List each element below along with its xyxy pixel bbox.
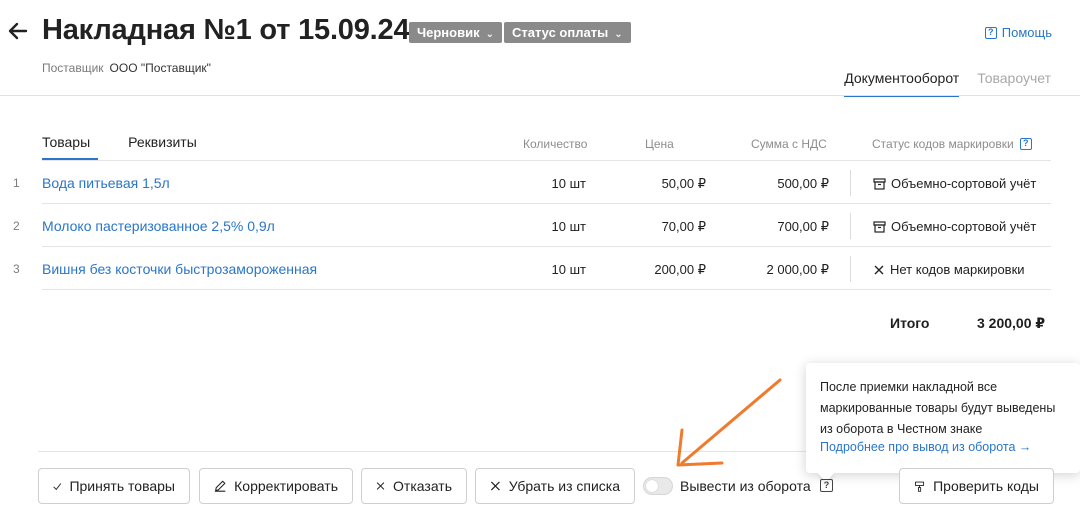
question-icon: ? xyxy=(984,26,997,39)
marking-status: Объемно-сортовой учёт xyxy=(873,219,1036,234)
supplier-label: Поставщик xyxy=(42,61,104,75)
tab-inventory[interactable]: Товароучет xyxy=(977,70,1051,97)
help-link[interactable]: ? Помощь xyxy=(984,25,1052,40)
close-icon xyxy=(490,481,500,491)
row-sum: 700,00 ₽ xyxy=(777,219,829,234)
table-row: 2 Молоко пастеризованное 2,5% 0,9л 10 шт… xyxy=(0,205,1051,247)
product-link[interactable]: Вода питьевая 1,5л xyxy=(42,175,170,191)
chevron-down-icon: ⌄ xyxy=(614,29,623,40)
payment-status-label: Статус оплаты xyxy=(512,25,609,40)
row-price: 70,00 ₽ xyxy=(661,219,706,234)
question-icon[interactable]: ? xyxy=(820,479,833,492)
supplier-info: Поставщик ООО "Поставщик" xyxy=(42,61,211,75)
page-title: Накладная №1 от 15.09.24 xyxy=(42,14,410,46)
check-codes-button[interactable]: Проверить коды xyxy=(899,468,1054,504)
box-icon xyxy=(873,177,886,190)
supplier-value: ООО "Поставщик" xyxy=(109,61,211,75)
box-icon xyxy=(873,220,886,233)
column-header-sum: Сумма с НДС xyxy=(751,137,827,151)
total-label: Итого xyxy=(890,315,930,331)
row-sum: 500,00 ₽ xyxy=(777,176,829,191)
row-number: 3 xyxy=(13,262,20,276)
draft-status-dropdown[interactable]: Черновик ⌄ xyxy=(409,22,502,43)
row-quantity: 10 шт xyxy=(551,176,586,191)
accept-goods-label: Принять товары xyxy=(69,478,175,494)
column-separator xyxy=(850,170,851,196)
table-divider xyxy=(42,160,1051,161)
column-separator xyxy=(850,213,851,239)
withdraw-from-circulation-toggle[interactable] xyxy=(643,477,673,495)
marking-status-header-label: Статус кодов маркировки xyxy=(872,137,1014,151)
check-icon xyxy=(53,482,62,490)
question-icon[interactable]: ? xyxy=(1019,138,1032,150)
table-row: 1 Вода питьевая 1,5л 10 шт 50,00 ₽ 500,0… xyxy=(0,162,1051,204)
header-divider xyxy=(0,95,1080,96)
column-header-marking-status: Статус кодов маркировки ? xyxy=(872,137,1032,151)
tab-goods[interactable]: Товары xyxy=(42,134,99,160)
accept-goods-button[interactable]: Принять товары xyxy=(38,468,190,504)
learn-more-link[interactable]: Подробнее про вывод из оборота → xyxy=(820,440,1031,454)
table-divider xyxy=(42,203,1051,204)
table-divider xyxy=(42,246,1051,247)
marking-status: Объемно-сортовой учёт xyxy=(873,176,1036,191)
row-price: 50,00 ₽ xyxy=(661,176,706,191)
row-sum: 2 000,00 ₽ xyxy=(766,262,830,277)
draft-status-label: Черновик xyxy=(417,25,480,40)
column-separator xyxy=(850,256,851,282)
row-number: 1 xyxy=(13,176,20,190)
row-price: 200,00 ₽ xyxy=(654,262,706,277)
toggle-knob xyxy=(646,480,658,492)
back-arrow-icon[interactable] xyxy=(6,16,30,46)
product-link[interactable]: Молоко пастеризованное 2,5% 0,9л xyxy=(42,218,275,234)
tab-document-flow[interactable]: Документооборот xyxy=(844,70,960,97)
row-number: 2 xyxy=(13,219,20,233)
product-link[interactable]: Вишня без косточки быстрозамороженная xyxy=(42,261,317,277)
marking-status-text: Объемно-сортовой учёт xyxy=(891,176,1037,191)
remove-from-list-label: Убрать из списка xyxy=(508,478,620,494)
remove-from-list-button[interactable]: Убрать из списка xyxy=(475,468,635,504)
payment-status-dropdown[interactable]: Статус оплаты ⌄ xyxy=(504,22,631,43)
reject-label: Отказать xyxy=(393,478,452,494)
check-codes-label: Проверить коды xyxy=(933,478,1039,494)
close-icon xyxy=(376,482,385,490)
marking-status: Нет кодов маркировки xyxy=(873,262,1025,277)
withdraw-toggle-label: Вывести из оборота xyxy=(680,478,811,494)
reject-button[interactable]: Отказать xyxy=(361,468,467,504)
chevron-down-icon: ⌄ xyxy=(485,29,494,40)
marking-status-text: Объемно-сортовой учёт xyxy=(891,219,1037,234)
content-tabs: Товары Реквизиты xyxy=(42,134,197,160)
help-label: Помощь xyxy=(1001,25,1052,40)
top-tabs: Документооборот Товароучет xyxy=(844,70,1051,97)
correct-label: Корректировать xyxy=(234,478,338,494)
row-quantity: 10 шт xyxy=(551,262,586,277)
brush-icon xyxy=(915,481,925,492)
pencil-icon xyxy=(214,480,226,492)
withdraw-tooltip: После приемки накладной все маркированны… xyxy=(806,363,1080,482)
tooltip-text: После приемки накладной все маркированны… xyxy=(820,380,1056,436)
total-value: 3 200,00 ₽ xyxy=(977,315,1046,331)
tab-requisites[interactable]: Реквизиты xyxy=(128,134,197,160)
row-quantity: 10 шт xyxy=(551,219,586,234)
table-row: 3 Вишня без косточки быстрозамороженная … xyxy=(0,248,1051,290)
column-header-quantity: Количество xyxy=(523,137,588,151)
correct-button[interactable]: Корректировать xyxy=(199,468,353,504)
marking-status-text: Нет кодов маркировки xyxy=(890,262,1025,277)
cross-icon xyxy=(874,265,884,274)
column-header-price: Цена xyxy=(645,137,674,151)
table-divider xyxy=(42,289,1051,290)
annotation-arrow-icon xyxy=(676,378,782,467)
